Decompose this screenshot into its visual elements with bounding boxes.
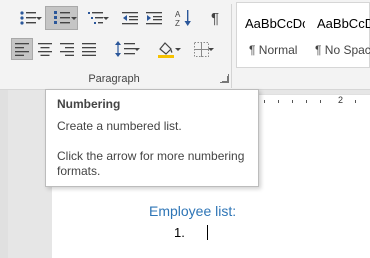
- numbering-tooltip: Numbering Create a numbered list. Click …: [45, 89, 259, 187]
- multilevel-list-button[interactable]: [82, 8, 110, 28]
- document-heading: Employee list:: [149, 203, 237, 219]
- justify-icon: [82, 42, 96, 56]
- line-spacing-icon: [115, 41, 135, 57]
- paragraph-group-label: Paragraph: [88, 73, 140, 85]
- numbering-icon: [53, 11, 70, 24]
- dialog-launcher-icon[interactable]: [220, 74, 229, 83]
- style-no-spacing[interactable]: AaBbCcD ¶ No Spac...: [305, 3, 370, 67]
- tooltip-line: formats.: [57, 164, 101, 178]
- svg-text:A: A: [175, 10, 181, 19]
- align-left-icon: [15, 42, 29, 56]
- increase-indent-icon: [146, 12, 162, 25]
- increase-indent-button[interactable]: [143, 8, 165, 28]
- horizontal-ruler[interactable]: 2: [258, 94, 370, 106]
- tooltip-title: Numbering: [57, 97, 121, 111]
- ruler-tick: [355, 100, 356, 103]
- group-separator: [231, 4, 232, 88]
- styles-gallery: AaBbCcDc ¶ Normal AaBbCcD ¶ No Spac...: [236, 2, 370, 68]
- ruler-tick: [264, 100, 265, 103]
- left-margin-area: [0, 90, 8, 258]
- borders-button[interactable]: [186, 38, 216, 60]
- justify-button[interactable]: [78, 38, 100, 60]
- ruler-tick: [306, 100, 307, 103]
- chevron-down-icon[interactable]: [175, 48, 181, 51]
- sort-button[interactable]: A Z: [173, 7, 195, 29]
- style-sample: AaBbCcDc: [245, 16, 305, 31]
- align-right-button[interactable]: [56, 38, 78, 60]
- ruler-tick: [320, 100, 321, 103]
- decrease-indent-icon: [122, 12, 138, 25]
- borders-icon: [193, 41, 209, 57]
- pilcrow-icon: ¶: [210, 9, 220, 27]
- numbering-button[interactable]: [45, 6, 78, 30]
- shading-button[interactable]: [150, 38, 182, 60]
- shading-icon: [158, 42, 174, 58]
- line-spacing-button[interactable]: [110, 38, 140, 60]
- style-name: ¶ No Spac...: [315, 43, 370, 57]
- decrease-indent-button[interactable]: [119, 8, 141, 28]
- align-right-icon: [60, 42, 74, 56]
- chevron-down-icon[interactable]: [208, 48, 214, 51]
- sort-icon: A Z: [175, 10, 191, 27]
- chevron-down-icon[interactable]: [134, 48, 140, 51]
- bullets-icon: [20, 11, 36, 25]
- ruler-tick: [278, 100, 279, 103]
- align-left-button[interactable]: [11, 38, 33, 60]
- bullets-button[interactable]: [14, 8, 42, 28]
- ruler-number: 2: [338, 95, 344, 105]
- svg-text:Z: Z: [175, 19, 180, 27]
- style-sample: AaBbCcD: [317, 16, 370, 31]
- list-number: 1.: [174, 225, 185, 240]
- align-center-icon: [38, 42, 52, 56]
- chevron-down-icon[interactable]: [71, 17, 77, 20]
- center-button[interactable]: [34, 38, 56, 60]
- style-normal[interactable]: AaBbCcDc ¶ Normal: [237, 3, 305, 67]
- ribbon: A Z ¶ Paragraph AaBbCcDc ¶ Normal AaBbCc…: [0, 0, 370, 90]
- tooltip-line: Click the arrow for more numbering: [57, 149, 245, 163]
- chevron-down-icon[interactable]: [103, 17, 109, 20]
- show-formatting-button[interactable]: ¶: [204, 7, 226, 29]
- ruler-tick: [292, 100, 293, 103]
- chevron-down-icon[interactable]: [36, 17, 42, 20]
- style-name: ¶ Normal: [249, 43, 298, 57]
- tooltip-line: Create a numbered list.: [57, 119, 182, 133]
- text-cursor: [207, 225, 208, 240]
